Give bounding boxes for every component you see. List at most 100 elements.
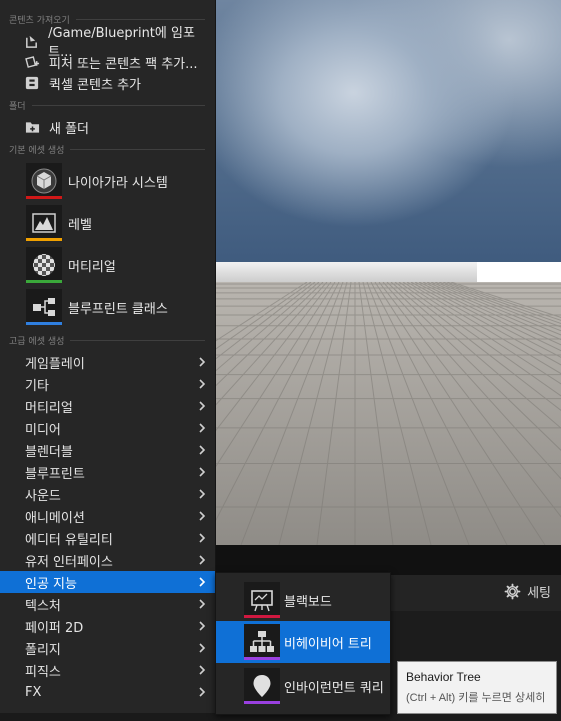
create-blackboard-item[interactable]: 블랙보드 — [216, 579, 390, 621]
create-level-item[interactable]: 레벨 — [26, 204, 212, 242]
advanced-assets-title: 고급 에셋 생성 — [9, 337, 65, 347]
advanced-category-label: FX — [25, 684, 42, 700]
level-label: 레벨 — [68, 217, 92, 233]
chevron-right-icon — [199, 533, 206, 543]
ai-submenu: 블랙보드 비헤이비어 트리 인바이런먼트 쿼리 — [215, 572, 391, 715]
create-environment-query-item[interactable]: 인바이런먼트 쿼리 — [216, 665, 390, 707]
viewport-bottom-strip — [215, 545, 561, 575]
new-folder-icon — [24, 119, 40, 135]
chevron-right-icon — [199, 423, 206, 433]
advanced-category-item[interactable]: 애니메이션 — [0, 505, 215, 527]
advanced-category-label: 애니메이션 — [25, 510, 85, 526]
viewport-horizon-block — [477, 262, 561, 284]
new-folder-label: 새 폴더 — [49, 121, 90, 137]
behavior-tree-color-bar — [244, 657, 280, 660]
folder-section-title: 폴더 — [9, 102, 26, 112]
folder-section-header: 폴더 — [9, 99, 205, 112]
create-material-item[interactable]: 머티리얼 — [26, 246, 212, 284]
content-browser-context-menu: 콘텐츠 가져오기 /Game/Blueprint에 임포트... 피처 또는 콘… — [0, 0, 216, 713]
advanced-category-label: 인공 지능 — [25, 576, 77, 592]
advanced-category-item[interactable]: 에디터 유틸리티 — [0, 527, 215, 549]
advanced-category-label: 에디터 유틸리티 — [25, 532, 113, 548]
advanced-category-item[interactable]: 미디어 — [0, 417, 215, 439]
chevron-right-icon — [199, 445, 206, 455]
material-label: 머티리얼 — [68, 259, 116, 275]
settings-label: 세팅 — [527, 586, 551, 601]
advanced-category-item[interactable]: 블렌더블 — [0, 439, 215, 461]
quixel-icon — [24, 75, 40, 91]
chevron-right-icon — [199, 401, 206, 411]
quixel-item-label: 퀵셀 콘텐츠 추가 — [49, 77, 141, 93]
behavior-tree-tooltip: Behavior Tree (Ctrl + Alt) 키를 누르면 상세히 — [397, 661, 557, 714]
gear-icon — [504, 583, 521, 600]
create-niagara-system-item[interactable]: 나이아가라 시스템 — [26, 162, 212, 200]
chevron-right-icon — [199, 621, 206, 631]
advanced-category-item[interactable]: 인공 지능 — [0, 571, 215, 593]
add-feature-pack-item[interactable]: 피처 또는 콘텐츠 팩 추가... — [24, 52, 210, 72]
settings-button[interactable]: 세팅 — [504, 582, 551, 601]
advanced-category-label: 폴리지 — [25, 642, 61, 658]
level-viewport[interactable] — [215, 0, 561, 545]
chevron-right-icon — [199, 489, 206, 499]
chevron-right-icon — [199, 665, 206, 675]
environment-query-label: 인바이런먼트 쿼리 — [284, 680, 384, 696]
niagara-label: 나이아가라 시스템 — [68, 175, 168, 191]
advanced-category-label: 피직스 — [25, 664, 61, 680]
advanced-category-item[interactable]: 기타 — [0, 373, 215, 395]
advanced-category-item[interactable]: 사운드 — [0, 483, 215, 505]
new-folder-item[interactable]: 새 폴더 — [24, 117, 210, 137]
advanced-category-label: 게임플레이 — [25, 356, 85, 372]
material-icon — [26, 247, 62, 283]
import-to-folder-item[interactable]: /Game/Blueprint에 임포트... — [24, 26, 210, 60]
blackboard-label: 블랙보드 — [284, 594, 332, 610]
advanced-category-item[interactable]: 머티리얼 — [0, 395, 215, 417]
viewport-floor — [215, 282, 561, 545]
niagara-icon — [26, 163, 62, 199]
advanced-category-item[interactable]: 텍스처 — [0, 593, 215, 615]
advanced-category-item[interactable]: 게임플레이 — [0, 351, 215, 373]
material-color-bar — [26, 280, 62, 283]
chevron-right-icon — [199, 687, 206, 697]
advanced-category-item[interactable]: 페이퍼 2D — [0, 615, 215, 637]
behavior-tree-icon — [244, 624, 280, 660]
environment-query-color-bar — [244, 701, 280, 704]
basic-assets-title: 기본 에셋 생성 — [9, 146, 65, 156]
advanced-category-label: 기타 — [25, 378, 49, 394]
blueprint-icon — [26, 289, 62, 325]
chevron-right-icon — [199, 467, 206, 477]
advanced-category-item[interactable]: FX — [0, 681, 215, 703]
tooltip-hint: (Ctrl + Alt) 키를 누르면 상세히 — [406, 692, 546, 704]
add-quixel-content-item[interactable]: 퀵셀 콘텐츠 추가 — [24, 73, 210, 93]
advanced-category-item[interactable]: 블루프린트 — [0, 461, 215, 483]
advanced-category-item[interactable]: 폴리지 — [0, 637, 215, 659]
basic-assets-header: 기본 에셋 생성 — [9, 143, 205, 156]
create-blueprint-class-item[interactable]: 블루프린트 클래스 — [26, 288, 212, 326]
level-color-bar — [26, 238, 62, 241]
chevron-right-icon — [199, 555, 206, 565]
advanced-category-label: 사운드 — [25, 488, 61, 504]
blackboard-color-bar — [244, 615, 280, 618]
chevron-right-icon — [199, 643, 206, 653]
blackboard-icon — [244, 582, 280, 618]
niagara-color-bar — [26, 196, 62, 199]
details-toolbar: 세팅 — [390, 575, 561, 612]
advanced-category-label: 블루프린트 — [25, 466, 85, 482]
chevron-right-icon — [199, 357, 206, 367]
chevron-right-icon — [199, 599, 206, 609]
behavior-tree-label: 비헤이비어 트리 — [284, 636, 372, 652]
blueprint-label: 블루프린트 클래스 — [68, 301, 168, 317]
blueprint-color-bar — [26, 322, 62, 325]
advanced-category-item[interactable]: 유저 인터페이스 — [0, 549, 215, 571]
advanced-category-label: 미디어 — [25, 422, 61, 438]
advanced-category-label: 텍스처 — [25, 598, 61, 614]
feature-pack-icon — [24, 54, 40, 70]
chevron-right-icon — [199, 577, 206, 587]
feature-pack-item-label: 피처 또는 콘텐츠 팩 추가... — [49, 56, 198, 72]
chevron-right-icon — [199, 511, 206, 521]
chevron-right-icon — [199, 379, 206, 389]
level-icon — [26, 205, 62, 241]
advanced-category-item[interactable]: 피직스 — [0, 659, 215, 681]
advanced-assets-header: 고급 에셋 생성 — [9, 334, 205, 347]
create-behavior-tree-item[interactable]: 비헤이비어 트리 — [216, 621, 390, 663]
advanced-category-label: 블렌더블 — [25, 444, 73, 460]
